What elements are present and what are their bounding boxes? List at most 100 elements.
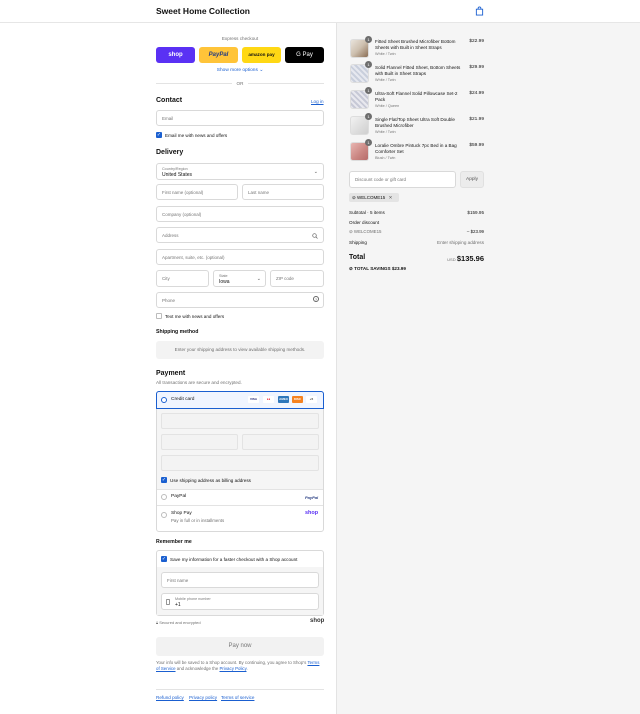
- order-discount-row: Order discount: [349, 220, 484, 225]
- divider: [157, 489, 323, 490]
- visa-icon: VISA: [248, 396, 259, 403]
- privacy-policy-footer-link[interactable]: Privacy policy: [189, 695, 217, 700]
- total-savings-row: ⊘ TOTAL SAVINGS $23.99: [349, 266, 484, 272]
- email-field[interactable]: Email: [156, 110, 324, 126]
- contact-title: Contact: [156, 97, 183, 104]
- refund-policy-link[interactable]: Refund policy: [156, 695, 184, 700]
- chevron-down-icon: ⌄: [259, 68, 264, 73]
- privacy-policy-link[interactable]: Privacy Policy: [220, 666, 247, 671]
- order-discount-label: Order discount: [349, 220, 380, 225]
- billing-address-checkbox[interactable]: ✓: [161, 477, 167, 483]
- address-field[interactable]: Address: [156, 227, 324, 243]
- shipping-value: Enter shipping address: [437, 240, 484, 245]
- shipping-method-notice: Enter your shipping address to view avai…: [156, 341, 324, 359]
- divider: [157, 505, 323, 506]
- remember-me-title: Remember me: [156, 539, 192, 545]
- security-code-field[interactable]: [242, 434, 319, 450]
- paypal-label: PayPal: [171, 494, 187, 499]
- first-name-field[interactable]: First name (optional): [156, 184, 238, 200]
- amazon-pay-express-button[interactable]: amazon pay: [242, 47, 281, 63]
- show-more-options-link[interactable]: Show more options ⌄: [156, 68, 324, 73]
- country-value: United States: [162, 172, 193, 178]
- secure-note: 🔒︎ Secured and encrypted: [156, 620, 201, 625]
- item-name: Fitted Sheet Brushed Microfiber Bottom S…: [375, 39, 456, 51]
- credit-card-radio[interactable]: [161, 397, 167, 403]
- zip-field[interactable]: ZIP code: [270, 270, 324, 287]
- phone-field[interactable]: Phone ?: [156, 292, 324, 308]
- express-checkout-label: Express checkout: [221, 36, 259, 41]
- country-select[interactable]: Country/Region United States ⌄: [156, 163, 324, 180]
- subtotal-label: Subtotal · 5 items: [349, 210, 385, 215]
- shipping-label: Shipping: [349, 240, 367, 245]
- legal-text-1: Your info will be saved to a Shop accoun…: [156, 660, 307, 665]
- item-price: $24.99: [469, 91, 484, 96]
- apply-button[interactable]: Apply: [460, 171, 484, 188]
- shopping-bag-icon[interactable]: [475, 6, 484, 16]
- subtotal-value: $159.95: [467, 210, 484, 215]
- mobile-phone-icon: [166, 599, 170, 605]
- shop-pay-label: Shop Pay: [171, 511, 192, 516]
- apartment-field[interactable]: Apartment, suite, etc. (optional): [156, 249, 324, 265]
- quantity-badge: 1: [365, 139, 372, 146]
- login-link[interactable]: Log in: [311, 99, 324, 104]
- state-label: State: [219, 274, 228, 278]
- state-select[interactable]: State Iowa ⌄: [213, 270, 266, 287]
- discount-code-placeholder: Discount code or gift card: [355, 177, 407, 182]
- chevron-down-icon: ⌄: [313, 169, 318, 175]
- city-field[interactable]: City: [156, 270, 209, 287]
- quantity-badge: 1: [365, 113, 372, 120]
- payment-title: Payment: [156, 370, 186, 377]
- email-news-checkbox[interactable]: ✓: [156, 132, 162, 138]
- item-variant: Blush / Twin: [375, 156, 396, 160]
- discount-value: – $23.99: [466, 229, 484, 234]
- mobile-phone-field[interactable]: Mobile phone number +1: [161, 593, 319, 610]
- item-variant: White / Twin: [375, 52, 396, 56]
- shop-pay-express-button[interactable]: shop: [156, 47, 195, 63]
- divider: [156, 689, 324, 690]
- lock-icon: 🔒︎: [156, 620, 159, 625]
- total-savings-value: $23.99: [391, 266, 406, 271]
- header: Sweet Home Collection: [0, 0, 640, 23]
- delivery-title: Delivery: [156, 149, 184, 156]
- search-icon: [312, 233, 318, 239]
- quantity-badge: 1: [365, 61, 372, 68]
- remove-discount-icon[interactable]: ✕: [389, 195, 393, 200]
- total-row: Total USD $135.96: [349, 254, 484, 263]
- currency-label: USD: [447, 257, 456, 262]
- text-news-checkbox[interactable]: [156, 313, 162, 319]
- store-name[interactable]: Sweet Home Collection: [156, 6, 250, 16]
- pay-now-button[interactable]: Pay now: [156, 637, 324, 656]
- item-price: $29.99: [469, 65, 484, 70]
- legal-text-2: and acknowledge the: [176, 666, 219, 672]
- paypal-express-button[interactable]: PayPal: [199, 47, 238, 63]
- savings-tag-icon: ⊘: [349, 266, 353, 271]
- email-news-label: Email me with news and offers: [165, 133, 228, 138]
- state-value: Iowa: [219, 279, 230, 285]
- show-more-options-label: Show more options: [216, 68, 258, 73]
- discount-code-row: ⊘ WELCOME15 – $23.99: [349, 229, 484, 235]
- tag-icon: ⊘: [352, 195, 356, 200]
- card-number-field[interactable]: [161, 413, 319, 429]
- expiry-field[interactable]: [161, 434, 238, 450]
- total-savings-label: TOTAL SAVINGS: [354, 266, 391, 271]
- company-field[interactable]: Company (optional): [156, 206, 324, 222]
- address-placeholder: Address: [162, 233, 179, 238]
- shop-pay-radio[interactable]: [161, 512, 167, 518]
- paypal-radio[interactable]: [161, 494, 167, 500]
- save-info-checkbox[interactable]: ✓: [161, 556, 167, 562]
- text-news-label: Text me with news and offers: [165, 314, 225, 319]
- remember-first-name-placeholder: First name: [167, 578, 189, 583]
- google-pay-express-button[interactable]: G Pay: [285, 47, 324, 63]
- help-icon[interactable]: ?: [313, 296, 319, 302]
- item-price: $21.99: [469, 117, 484, 122]
- company-placeholder: Company (optional): [162, 212, 202, 217]
- discount-code-field[interactable]: Discount code or gift card: [349, 171, 456, 188]
- tag-icon: ⊘: [349, 229, 353, 234]
- remember-first-name-field[interactable]: First name: [161, 572, 319, 588]
- last-name-field[interactable]: Last name: [242, 184, 324, 200]
- city-placeholder: City: [162, 276, 170, 281]
- terms-of-service-footer-link[interactable]: Terms of service: [221, 695, 254, 700]
- name-on-card-field[interactable]: [161, 455, 319, 471]
- total-label: Total: [349, 254, 366, 261]
- save-info-label: Save my information for a faster checkou…: [170, 557, 298, 562]
